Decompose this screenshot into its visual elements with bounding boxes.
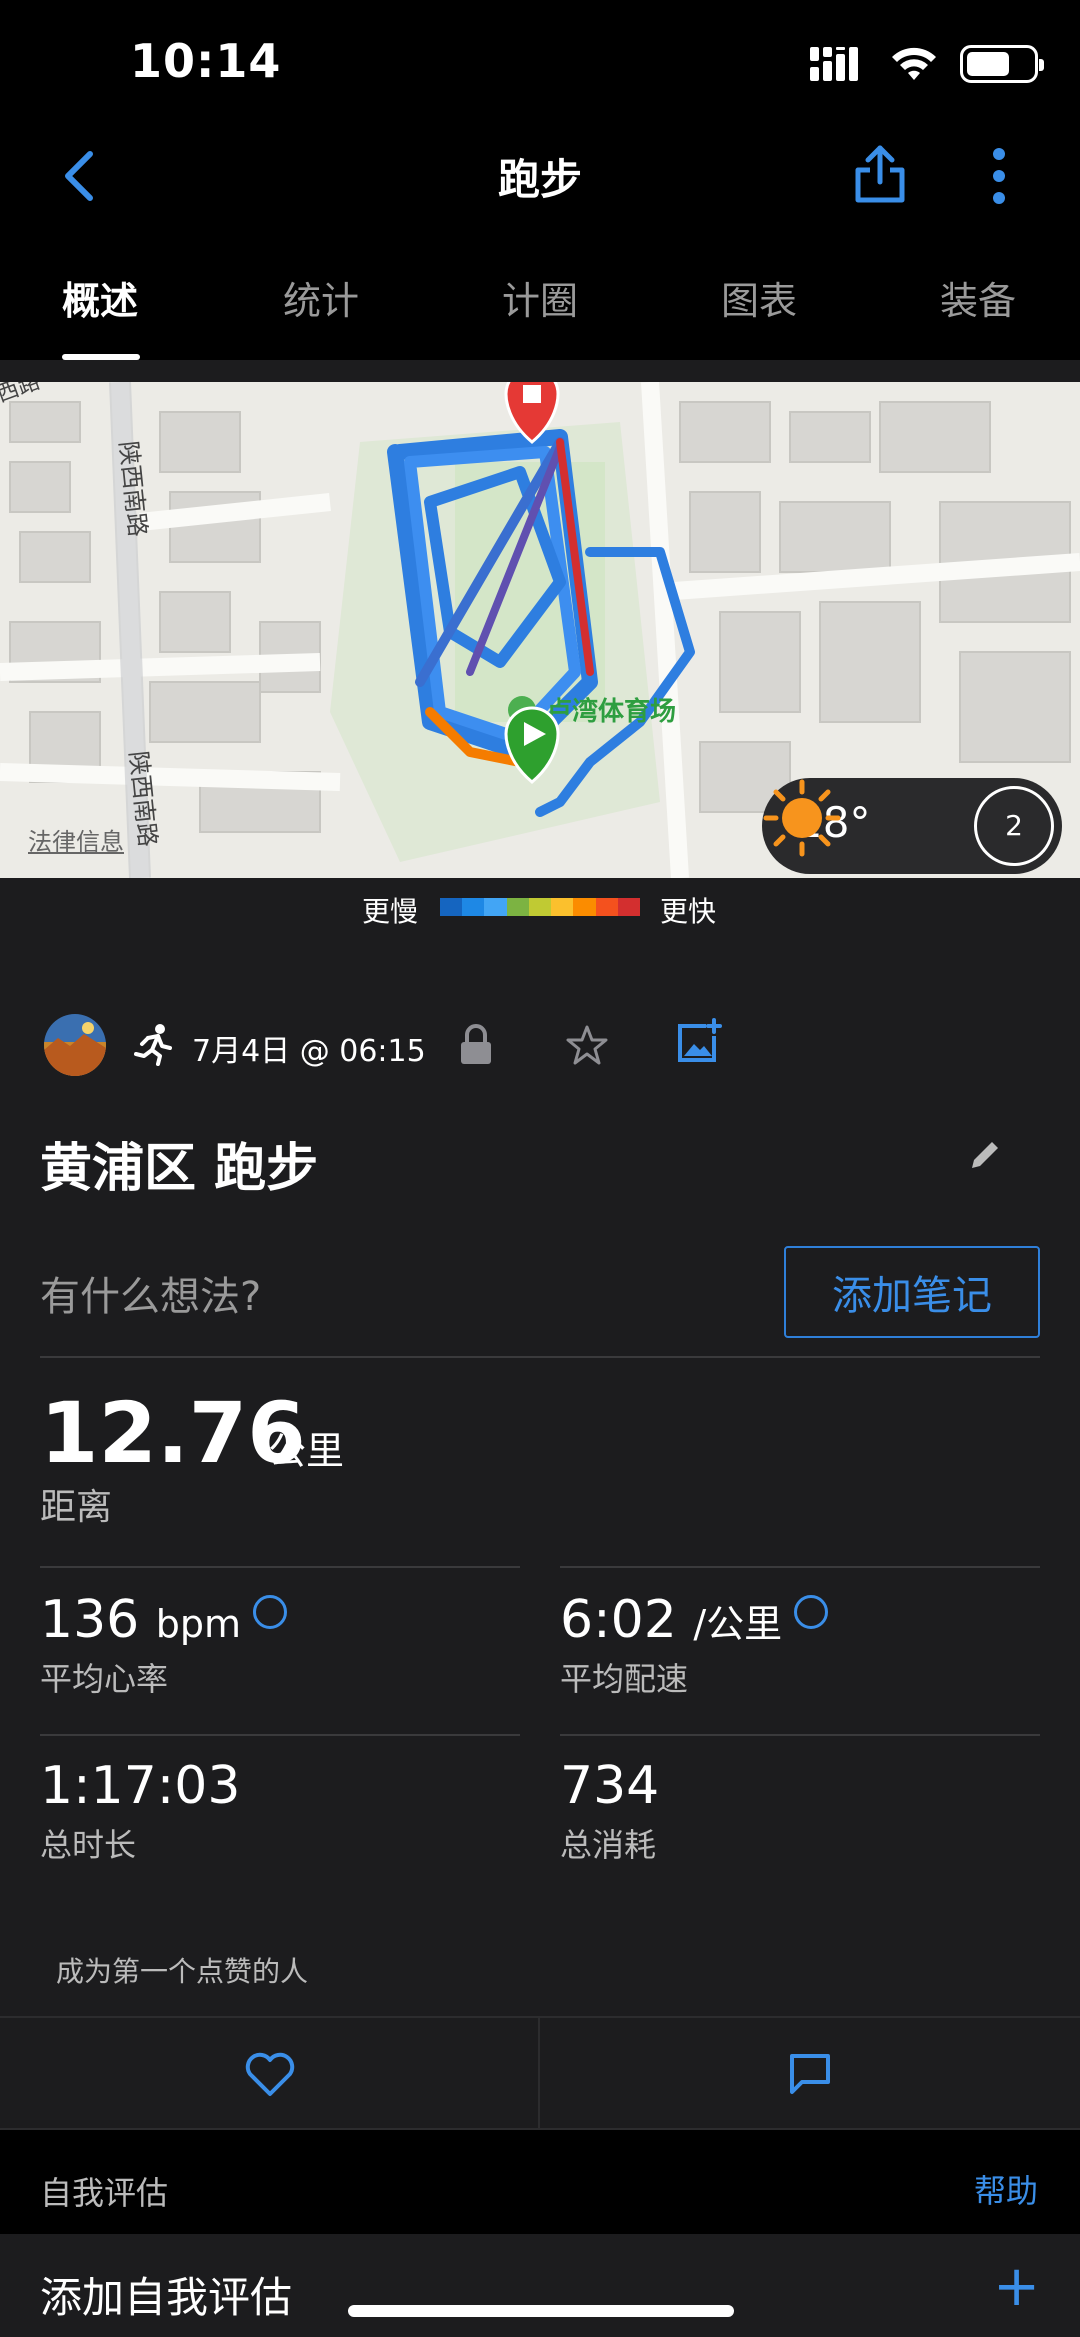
pace-legend-segment [440, 898, 463, 916]
divider [40, 1566, 520, 1568]
pace-legend-segment [573, 898, 596, 916]
divider [40, 1356, 1040, 1358]
avg-pace-stat: 6:02 /公里 平均配速 [560, 1590, 829, 1700]
tab-overview[interactable]: 概述 [62, 270, 138, 325]
add-self-eval-label: 添加自我评估 [40, 2273, 293, 2322]
tab-laps[interactable]: 计圈 [502, 270, 578, 325]
avg-pace-unit: /公里 [693, 1602, 783, 1646]
sun-icon [763, 779, 841, 857]
activity-summary: 7月4日 @ 06:15 黄浦区 跑步 有什么想法? 添加笔记 12.76 公里… [0, 938, 1080, 2018]
calories-value: 734 [560, 1756, 660, 1816]
section-separator [0, 360, 1080, 382]
legend-fast-label: 更快 [660, 895, 717, 928]
more-icon[interactable] [975, 144, 1023, 208]
heart-rate-info-icon[interactable] [253, 1595, 288, 1629]
tab-gear[interactable]: 装备 [940, 270, 1016, 325]
status-time: 10:14 [130, 34, 282, 88]
pace-legend-segment [551, 898, 574, 916]
route-map[interactable]: 陕西南路 陕西南路 西路 卢湾体育场 法律信息 28° 2 [0, 382, 1080, 878]
avg-heart-rate-stat: 136 bpm 平均心率 [40, 1590, 288, 1700]
avg-hr-unit: bpm [155, 1602, 242, 1646]
total-time-value: 1:17:03 [40, 1756, 241, 1816]
pace-legend-segment [617, 898, 640, 916]
self-eval-title: 自我评估 [40, 2174, 169, 2212]
calories-stat: 734 总消耗 [560, 1756, 659, 1866]
pace-legend-segment [528, 898, 552, 916]
calories-label: 总消耗 [560, 1826, 657, 1864]
pace-legend-segment [506, 898, 529, 916]
edit-icon[interactable] [964, 1136, 1004, 1176]
tab-stats[interactable]: 统计 [283, 270, 359, 325]
add-note-button[interactable]: 添加笔记 [784, 1246, 1040, 1338]
divider [560, 1566, 1040, 1568]
divider [538, 2018, 540, 2130]
avg-pace-label: 平均配速 [560, 1660, 689, 1698]
likes-text: 成为第一个点赞的人 [56, 1955, 309, 1988]
legend-slow-label: 更慢 [362, 895, 419, 928]
wind-icon: 2 [974, 786, 1054, 866]
notes-prompt[interactable]: 有什么想法? [40, 1264, 261, 1322]
like-button[interactable] [244, 2052, 296, 2098]
add-photo-icon[interactable] [676, 1018, 722, 1064]
tab-bar: 概述 统计 计圈 图表 装备 [0, 230, 1080, 360]
map-legal-link[interactable]: 法律信息 [28, 822, 124, 857]
poi-label: 卢湾体育场 [546, 696, 676, 727]
avg-hr-value: 136 [40, 1590, 140, 1650]
plus-icon[interactable]: + [993, 2254, 1040, 2319]
share-icon[interactable] [850, 142, 910, 206]
avg-hr-label: 平均心率 [40, 1660, 169, 1698]
weather-badge[interactable]: 28° 2 [762, 778, 1062, 874]
self-eval-header: 自我评估 帮助 [0, 2130, 1080, 2234]
distance-label: 距离 [40, 1487, 113, 1528]
pace-info-icon[interactable] [794, 1595, 829, 1629]
home-indicator [348, 2305, 734, 2317]
wifi-icon [892, 47, 936, 80]
help-link[interactable]: 帮助 [974, 2166, 1038, 2212]
battery-icon [960, 45, 1044, 83]
add-self-eval-row[interactable]: 添加自我评估 + [0, 2234, 1080, 2337]
avatar[interactable] [44, 1014, 106, 1076]
star-icon[interactable] [566, 1024, 608, 1066]
signal-icon [810, 47, 858, 81]
pace-gradient-bar [440, 898, 640, 916]
pace-legend: 更慢 更快 [0, 878, 1080, 938]
avg-pace-value: 6:02 [560, 1590, 677, 1650]
total-time-stat: 1:17:03 总时长 [40, 1756, 240, 1866]
total-time-label: 总时长 [40, 1826, 137, 1864]
divider [40, 1734, 520, 1736]
running-icon [134, 1024, 172, 1066]
wind-speed: 2 [1005, 809, 1023, 842]
lock-icon[interactable] [458, 1024, 494, 1066]
pace-legend-segment [462, 898, 485, 916]
distance-value: 12.76 [40, 1384, 306, 1482]
page-title: 跑步 [497, 155, 582, 204]
tab-charts[interactable]: 图表 [721, 270, 797, 325]
divider [560, 1734, 1040, 1736]
status-bar: 10:14 [0, 0, 1080, 120]
activity-title: 黄浦区 跑步 [40, 1139, 319, 1199]
status-icons [810, 44, 1044, 84]
comment-button[interactable] [786, 2050, 834, 2098]
pace-legend-segment [595, 898, 618, 916]
pace-legend-segment [484, 898, 507, 916]
nav-bar: 跑步 [0, 120, 1080, 230]
distance-unit: 公里 [268, 1429, 345, 1473]
activity-date: 7月4日 @ 06:15 [192, 1034, 426, 1069]
social-actions [0, 2016, 1080, 2130]
